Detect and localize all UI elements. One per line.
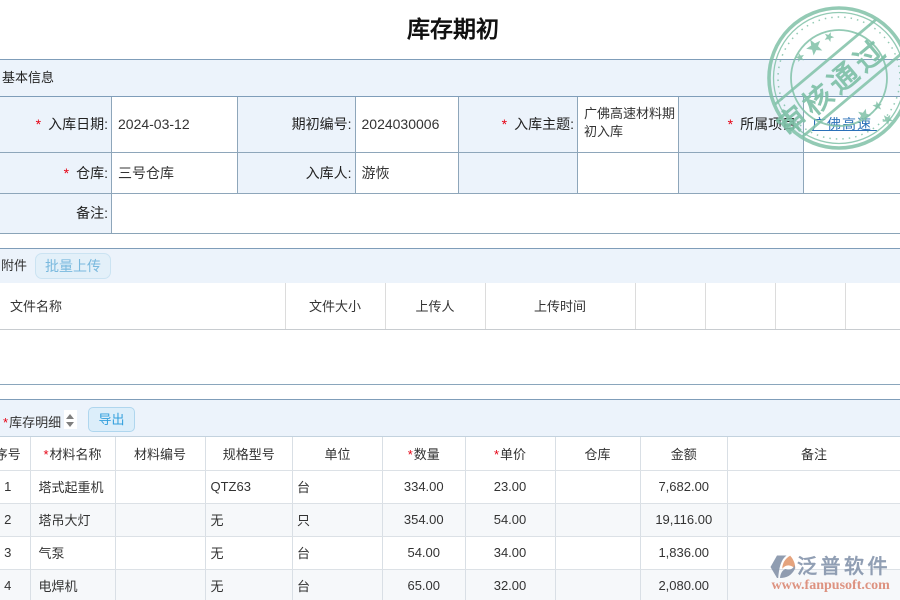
- svg-text:审核通过: 审核通过: [770, 31, 895, 143]
- svg-text:泛普软件: 泛普软件: [797, 554, 891, 578]
- svg-text:www.fanpusoft.com: www.fanpusoft.com: [772, 578, 891, 593]
